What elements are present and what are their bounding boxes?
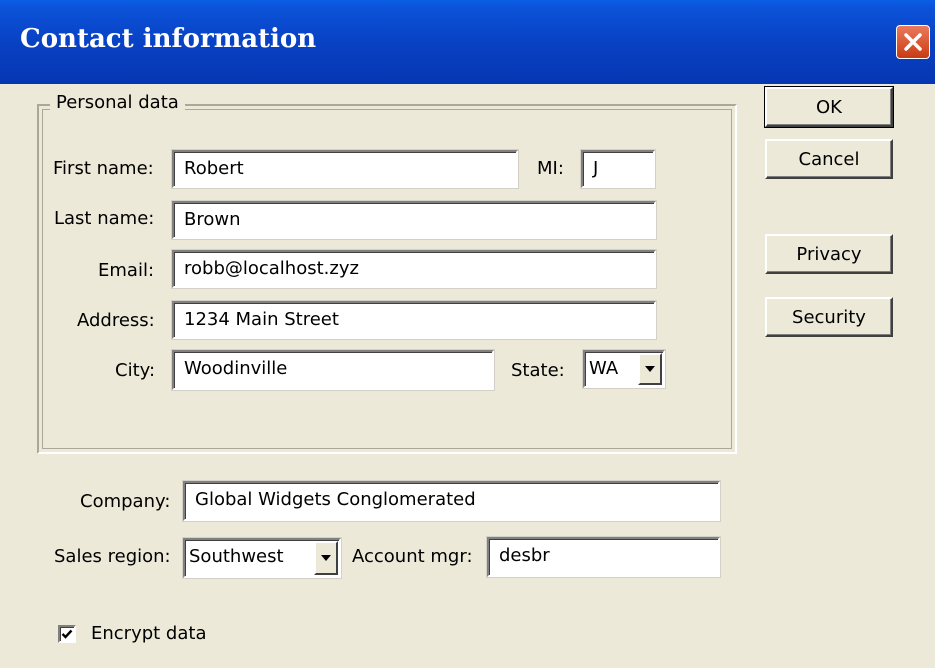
chevron-down-icon [321, 555, 331, 561]
ok-button[interactable]: OK [764, 86, 894, 128]
email-label: Email: [98, 260, 155, 281]
account-mgr-field[interactable]: desbr [487, 537, 720, 577]
close-button[interactable] [896, 25, 930, 59]
city-label: City: [115, 360, 156, 381]
state-label: State: [511, 360, 565, 381]
address-field[interactable]: 1234 Main Street [172, 301, 656, 339]
city-field[interactable]: Woodinville [172, 350, 494, 390]
state-value: WA [589, 358, 619, 379]
address-label: Address: [77, 310, 155, 331]
encrypt-checkbox[interactable] [58, 625, 76, 643]
email-field[interactable]: robb@localhost.zyz [172, 250, 656, 288]
privacy-button[interactable]: Privacy [765, 234, 893, 274]
encrypt-label: Encrypt data [91, 623, 207, 644]
state-dropdown[interactable]: WA [583, 350, 665, 388]
first-name-label: First name: [53, 158, 154, 179]
close-icon [904, 33, 922, 51]
security-button[interactable]: Security [765, 297, 893, 337]
personal-data-legend: Personal data [50, 92, 185, 113]
account-mgr-label: Account mgr: [352, 546, 473, 567]
chevron-down-icon [645, 366, 655, 372]
mi-field[interactable]: J [581, 150, 655, 188]
window-title: Contact information [20, 24, 317, 54]
state-dropdown-button[interactable] [638, 353, 662, 385]
mi-label: MI: [537, 158, 564, 179]
checkmark-icon [61, 629, 73, 639]
sales-region-label: Sales region: [54, 546, 171, 567]
cancel-button[interactable]: Cancel [765, 139, 893, 179]
first-name-field[interactable]: Robert [172, 150, 518, 188]
last-name-field[interactable]: Brown [172, 201, 656, 239]
company-label: Company: [80, 491, 171, 512]
sales-region-dropdown[interactable]: Southwest [183, 538, 341, 578]
company-field[interactable]: Global Widgets Conglomerated [183, 481, 720, 521]
sales-region-dropdown-button[interactable] [314, 541, 338, 575]
last-name-label: Last name: [54, 208, 155, 229]
sales-region-value: Southwest [189, 546, 284, 567]
